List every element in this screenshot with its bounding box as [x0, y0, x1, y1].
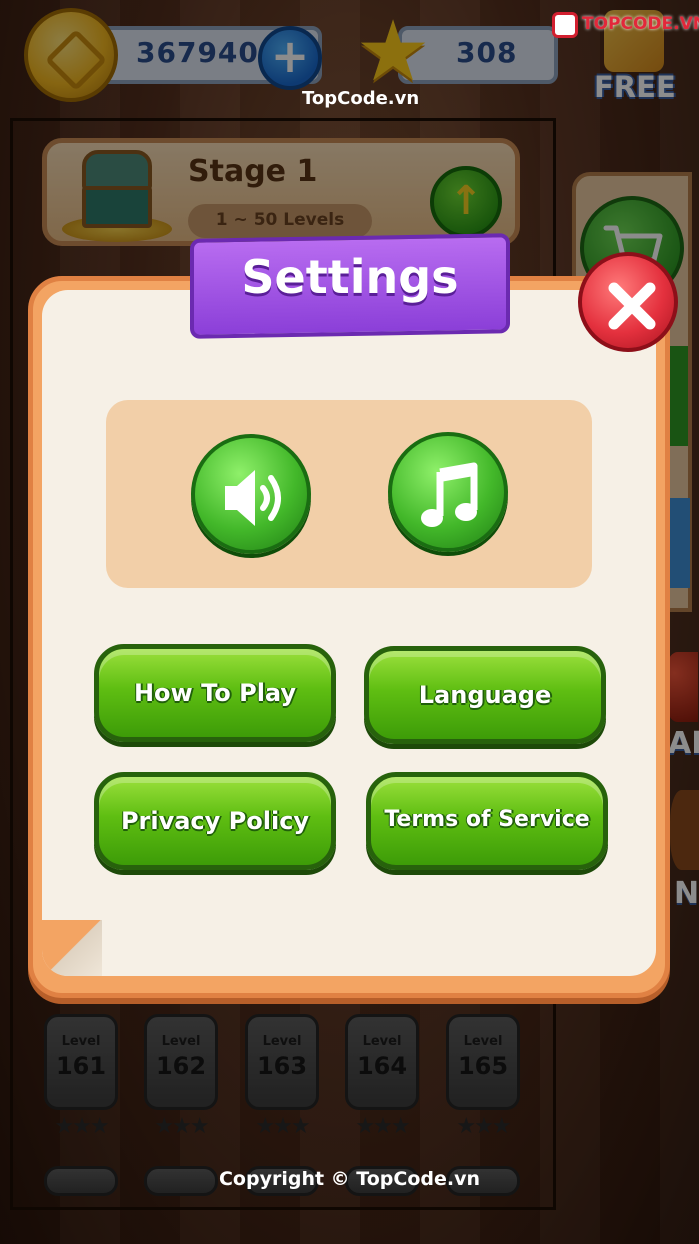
close-icon	[608, 282, 656, 330]
speaker-icon	[225, 470, 281, 526]
language-button[interactable]: Language	[364, 646, 606, 744]
how-to-play-button[interactable]: How To Play	[94, 644, 336, 742]
watermark: TopCode.vn	[302, 88, 420, 109]
close-button[interactable]	[578, 252, 678, 352]
music-note-icon	[421, 462, 478, 527]
audio-settings-panel	[106, 400, 592, 588]
language-label: Language	[418, 681, 552, 709]
brand-text: TOPCODE.VN	[582, 14, 699, 34]
sound-toggle-button[interactable]	[191, 434, 311, 554]
page-curl-decoration	[42, 920, 102, 976]
copyright-text: Copyright © TopCode.vn	[218, 1168, 480, 1190]
privacy-policy-button[interactable]: Privacy Policy	[94, 772, 336, 870]
topcode-logo-icon	[552, 12, 578, 38]
terms-of-service-button[interactable]: Terms of Service	[366, 772, 608, 870]
settings-dialog-body	[42, 290, 656, 976]
music-toggle-button[interactable]	[388, 432, 508, 552]
terms-of-service-label: Terms of Service	[384, 807, 590, 832]
dialog-title: Settings	[241, 250, 459, 304]
how-to-play-label: How To Play	[133, 679, 297, 707]
privacy-policy-label: Privacy Policy	[120, 807, 310, 835]
